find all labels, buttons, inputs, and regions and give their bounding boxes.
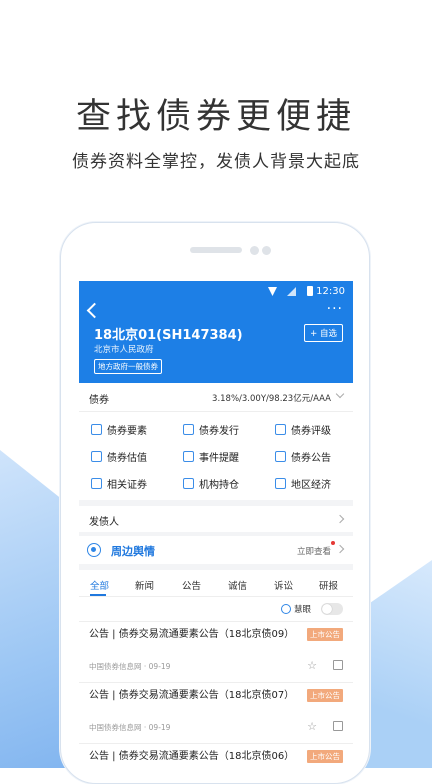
status-badge: 上市公告 [307,750,343,763]
bond-summary-value: 3.18%/3.00Y/98.23亿元/AAA [212,394,331,404]
grid-item-bond-announcement[interactable]: 债券公告 [275,449,331,464]
wifi-icon [268,287,277,296]
grid-item-event-reminder[interactable]: 事件提醒 [183,449,239,464]
star-icon[interactable]: ☆ [307,720,317,733]
grid-item-bond-issuance[interactable]: 债券发行 [183,422,239,437]
filter-row: 慧眼 [79,597,353,622]
status-time: 12:30 [316,286,345,297]
tab-all[interactable]: 全部 [90,578,109,592]
holdings-icon [183,478,194,489]
tab-credit[interactable]: 诚信 [228,578,247,592]
help-icon[interactable] [281,604,291,614]
rating-icon [275,424,286,435]
share-icon[interactable] [333,721,343,731]
announcement-icon [275,451,286,462]
notification-dot [331,541,335,545]
bond-type-tag: 地方政府一般债券 [94,359,162,374]
status-badge: 上市公告 [307,628,343,641]
item-title: 公告 | 债券交易流通要素公告（18北京债09） [89,629,295,640]
promo-headline: 查找债券更便捷 [75,97,356,137]
item-meta: 中国债券信息网 · 09-19 [89,723,171,732]
bond-summary-label: 债券 [89,395,109,406]
radar-icon [87,543,101,557]
list-item[interactable]: 公告 | 债券交易流通要素公告（18北京债07） 上市公告 中国债券信息网 · … [79,683,353,744]
news-sentiment-row[interactable]: 周边舆情 立即查看 [79,536,353,564]
issuer-name: 北京市人民政府 [94,345,154,355]
status-badge: 上市公告 [307,689,343,702]
feature-grid: 债券要素 债券发行 债券评级 债券估值 事件提醒 债券公告 相关证券 机构持仓 … [79,412,353,500]
valuation-icon [91,451,102,462]
share-icon[interactable] [333,660,343,670]
tab-announcements[interactable]: 公告 [182,578,201,592]
battery-icon [307,286,313,296]
reminder-icon [183,451,194,462]
active-tab-indicator [90,594,106,596]
phone-sensor [250,246,259,255]
phone-speaker [190,247,242,253]
issuer-row-label: 发债人 [89,517,119,528]
issuer-row[interactable]: 发债人 [79,506,353,532]
bond-header: 12:30 ··· 18北京01(SH147384) 北京市人民政府 地方政府一… [79,281,353,383]
grid-item-bond-rating[interactable]: 债券评级 [275,422,331,437]
grid-item-regional-economy[interactable]: 地区经济 [275,476,331,491]
back-icon[interactable] [86,302,103,319]
more-icon[interactable]: ··· [327,301,343,317]
news-title: 周边舆情 [111,545,155,558]
bond-title: 18北京01(SH147384) [94,328,243,343]
region-icon [275,478,286,489]
signal-icon [287,287,296,296]
item-title: 公告 | 债券交易流通要素公告（18北京债06） [89,751,295,762]
star-icon[interactable]: ☆ [307,659,317,672]
smart-filter-toggle[interactable] [321,603,343,615]
chevron-down-icon [335,389,345,399]
grid-item-related-securities[interactable]: 相关证券 [91,476,147,491]
grid-item-bond-elements[interactable]: 债券要素 [91,422,147,437]
add-watchlist-button[interactable]: + 自选 [304,324,343,342]
item-title: 公告 | 债券交易流通要素公告（18北京债07） [89,690,295,701]
list-item[interactable]: 公告 | 债券交易流通要素公告（18北京债09） 上市公告 中国债券信息网 · … [79,622,353,683]
item-meta: 中国债券信息网 · 09-19 [89,662,171,671]
issue-icon [183,424,194,435]
securities-icon [91,478,102,489]
tab-news[interactable]: 新闻 [135,578,154,592]
tab-research[interactable]: 研报 [319,578,338,592]
smart-filter-label: 慧眼 [293,605,311,615]
phone-camera [262,246,271,255]
list-item[interactable]: 公告 | 债券交易流通要素公告（18北京债06） 上市公告 [79,744,353,768]
chevron-right-icon [335,544,345,554]
chevron-right-icon [335,514,345,524]
grid-item-bond-valuation[interactable]: 债券估值 [91,449,147,464]
view-now-link[interactable]: 立即查看 [297,545,331,557]
news-tabs: 全部 新闻 公告 诚信 诉讼 研报 [79,570,353,597]
document-icon [91,424,102,435]
tab-litigation[interactable]: 诉讼 [274,578,293,592]
bond-summary-row[interactable]: 债券 3.18%/3.00Y/98.23亿元/AAA [79,383,353,412]
promo-subhead: 债券资料全掌控，发债人背景大起底 [72,152,360,172]
app-screen: 12:30 ··· 18北京01(SH147384) 北京市人民政府 地方政府一… [79,281,353,768]
grid-item-institution-holdings[interactable]: 机构持仓 [183,476,239,491]
status-bar: 12:30 [79,281,353,303]
